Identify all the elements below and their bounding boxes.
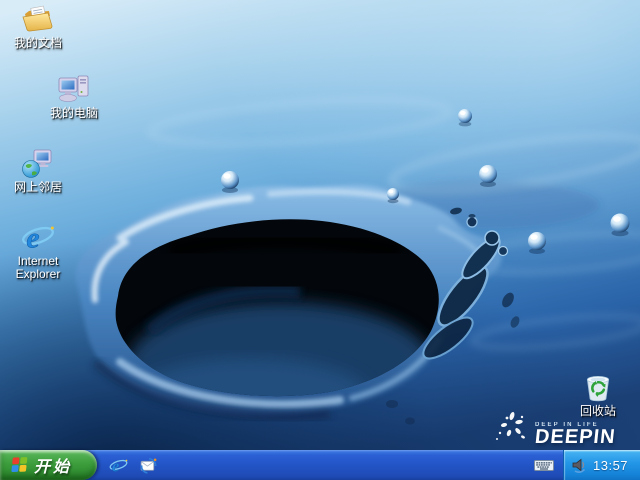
icon-label: 我的电脑 (49, 106, 98, 120)
deepin-swirl-logo (496, 411, 525, 440)
icon-label: 回收站 (579, 404, 616, 418)
icon-label: 网上邻居 (13, 180, 62, 194)
ie-logo-icon (21, 220, 55, 254)
ime-keyboard-icon[interactable] (534, 458, 554, 473)
start-label: 开始 (34, 459, 73, 476)
clock[interactable]: 13:57 (593, 458, 628, 473)
desktop: e (0, 0, 640, 480)
desktop-icon-my-computer[interactable]: 我的电脑 (42, 72, 106, 120)
icon-label: 我的文档 (13, 36, 62, 50)
icon-label: Internet Explorer (15, 254, 61, 281)
desktop-icon-my-documents[interactable]: 我的文档 (6, 2, 70, 50)
network-globe-icon (22, 149, 52, 178)
computer-icon (58, 75, 89, 102)
desktop-icon-network-places[interactable]: 网上邻居 (6, 146, 70, 194)
volume-speaker-icon[interactable] (571, 457, 588, 474)
quick-launch-bar (109, 456, 158, 475)
brand-name: DEEPIN (533, 426, 617, 448)
desktop-icon-recycle-bin[interactable]: 回收站 (566, 368, 630, 418)
ie-quicklaunch-icon[interactable] (109, 456, 128, 475)
folder-documents-icon (22, 5, 53, 32)
desktop-icon-internet-explorer[interactable]: Internet Explorer (6, 220, 70, 281)
taskbar: 开始 13:57 (0, 450, 640, 480)
windows-flag-icon (11, 457, 28, 473)
recycle-bin-icon (586, 376, 610, 402)
start-button[interactable]: 开始 (0, 450, 97, 480)
system-tray: 13:57 (563, 450, 640, 480)
outlook-express-icon[interactable] (139, 456, 158, 475)
